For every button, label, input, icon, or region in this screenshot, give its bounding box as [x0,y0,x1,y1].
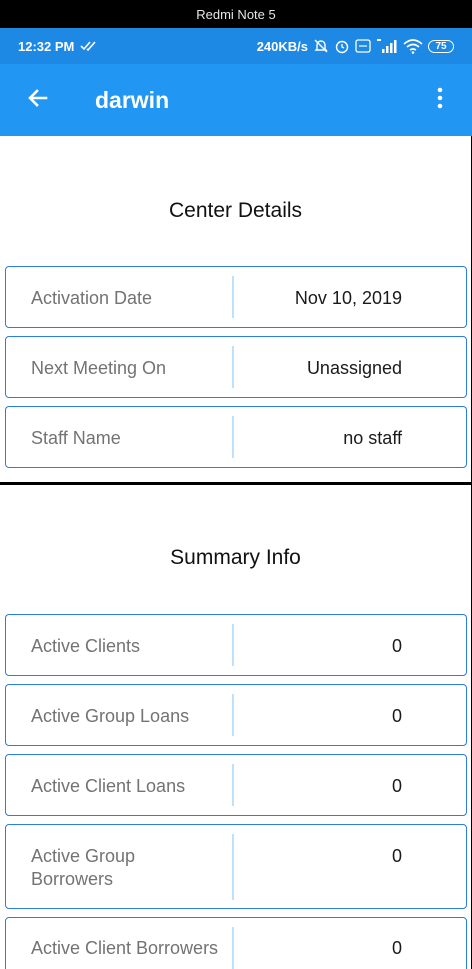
device-label: Redmi Note 5 [0,0,472,28]
row-divider [232,624,234,666]
battery-level: 75 [435,40,447,52]
row-divider [232,276,234,318]
summary-row-active-clients: Active Clients 0 [5,614,467,676]
detail-row-activation-date: Activation Date Nov 10, 2019 [5,266,467,328]
detail-row-staff-name: Staff Name no staff [5,406,467,468]
row-label: Active Client Loans [31,776,186,796]
row-divider [232,694,234,736]
page-title: darwin [95,86,170,113]
row-label: Active Group Borrowers [31,846,136,889]
summary-row-active-group-borrowers: Active Group Borrowers 0 [5,824,467,909]
detail-row-next-meeting: Next Meeting On Unassigned [5,336,467,398]
network-speed: 240KB/s [256,38,308,54]
row-value: 0 [391,706,402,726]
row-label: Activation Date [31,288,153,308]
arrow-back-icon [26,86,50,115]
row-value: no staff [343,428,402,448]
summary-info-title: Summary Info [170,546,301,569]
row-divider [232,927,234,969]
row-label: Active Group Loans [31,706,190,726]
row-label: Next Meeting On [31,358,167,378]
status-bar: 12:32 PM 240KB/s 75 [0,28,472,64]
row-label: Staff Name [31,428,121,448]
wifi-icon [403,38,423,54]
summary-info-card: Summary Info Active Clients 0 Active Gro… [0,485,471,969]
row-divider [232,346,234,388]
overflow-menu-button[interactable] [420,72,460,128]
row-divider [232,764,234,806]
status-time: 12:32 PM [18,38,75,54]
summary-row-active-client-borrowers: Active Client Borrowers 0 [5,917,467,969]
row-value: 0 [391,776,402,796]
summary-row-active-client-loans: Active Client Loans 0 [5,754,467,816]
battery-icon: 75 [428,39,454,53]
row-label: Active Clients [31,636,141,656]
summary-row-active-group-loans: Active Group Loans 0 [5,684,467,746]
app-bar: darwin [0,64,472,136]
more-vert-icon [437,87,443,114]
row-divider [232,416,234,458]
row-value: Unassigned [306,358,402,378]
row-value: Nov 10, 2019 [294,288,402,308]
row-value: 0 [391,636,402,656]
volte-icon [355,39,371,53]
device-name: Redmi Note 5 [196,6,276,22]
center-details-title: Center Details [168,199,303,222]
back-button[interactable] [10,72,66,128]
double-check-icon [80,40,98,52]
alarm-icon [334,38,350,54]
signal-4g-icon [376,38,398,54]
row-label: Active Client Borrowers [31,938,219,958]
row-value: 0 [391,938,402,958]
mute-icon [313,38,329,54]
center-details-card: Center Details Activation Date Nov 10, 2… [0,136,471,482]
row-value: 0 [391,846,402,866]
row-divider [232,834,234,900]
